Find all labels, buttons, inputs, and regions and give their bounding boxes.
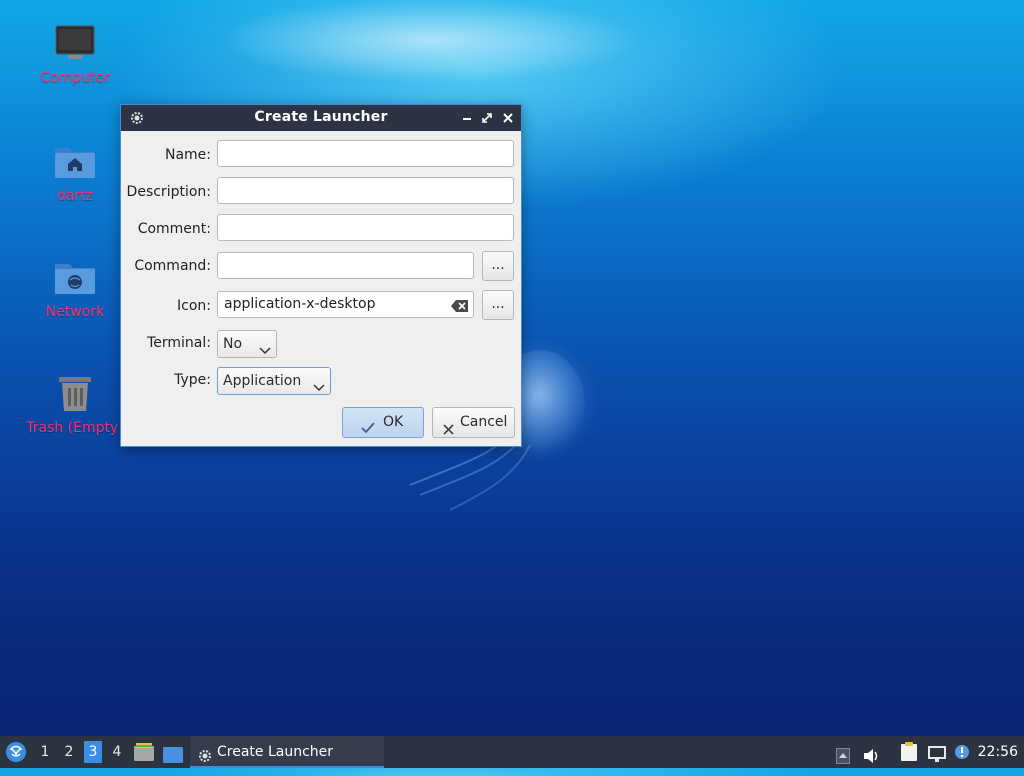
- home-folder-icon: [53, 140, 97, 184]
- cancel-button[interactable]: Cancel: [432, 407, 515, 438]
- clipboard-icon[interactable]: [900, 742, 918, 762]
- computer-icon: [53, 22, 97, 66]
- comment-label: Comment:: [137, 221, 211, 237]
- workspace-3[interactable]: 3: [84, 741, 102, 763]
- workspace-2[interactable]: 2: [60, 736, 78, 768]
- notification-icon[interactable]: [954, 742, 970, 760]
- network-folder-icon: [53, 256, 97, 300]
- workspace-1[interactable]: 1: [36, 736, 54, 768]
- start-menu-icon[interactable]: [5, 741, 27, 763]
- create-launcher-dialog: Create Launcher Name: Description: Comme…: [120, 104, 522, 447]
- taskbar-task-label: Create Launcher: [217, 744, 334, 760]
- taskbar: 1 2 3 4 Create Launcher 22:56: [0, 736, 1024, 768]
- tray-expand-icon[interactable]: [836, 744, 850, 764]
- trash-icon: [53, 372, 97, 416]
- description-field[interactable]: [217, 177, 514, 204]
- icon-browse-button[interactable]: ...: [482, 290, 514, 320]
- volume-icon[interactable]: [863, 744, 881, 763]
- taskbar-task-create-launcher[interactable]: Create Launcher: [190, 736, 384, 768]
- icon-field[interactable]: application-x-desktop: [217, 291, 474, 318]
- icon-field-value: application-x-desktop: [224, 296, 376, 312]
- check-icon: [361, 416, 375, 445]
- minimize-button[interactable]: [457, 108, 477, 128]
- description-label: Description:: [126, 184, 211, 200]
- network-status-icon[interactable]: [927, 743, 947, 762]
- type-select-value: Application: [223, 373, 302, 389]
- desktop-icon-label: Computer: [40, 70, 110, 86]
- chevron-down-icon: [313, 376, 325, 392]
- command-label: Command:: [134, 258, 211, 274]
- chevron-down-icon: [259, 339, 271, 355]
- desktop-icon-label: Trash (Empty): [26, 420, 124, 436]
- type-select[interactable]: Application: [217, 367, 331, 395]
- maximize-button[interactable]: [477, 108, 497, 128]
- gear-icon: [197, 744, 213, 762]
- name-label: Name:: [164, 147, 211, 163]
- type-label: Type:: [174, 372, 211, 388]
- desktop-icon-computer[interactable]: Computer: [25, 22, 125, 86]
- close-button[interactable]: [498, 108, 518, 128]
- file-manager-icon[interactable]: [133, 742, 155, 762]
- icon-label: Icon:: [177, 298, 211, 314]
- name-field[interactable]: [217, 140, 514, 167]
- command-browse-button[interactable]: ...: [482, 251, 514, 281]
- terminal-select[interactable]: No: [217, 330, 277, 358]
- ok-button-label: OK: [383, 414, 404, 430]
- clear-text-icon[interactable]: [451, 297, 469, 312]
- close-icon: [443, 417, 454, 446]
- cancel-button-label: Cancel: [460, 414, 508, 430]
- terminal-select-value: No: [223, 336, 243, 352]
- ok-button[interactable]: OK: [342, 407, 424, 438]
- terminal-label: Terminal:: [147, 335, 211, 351]
- clock[interactable]: 22:56: [978, 736, 1018, 768]
- workspace-4[interactable]: 4: [108, 736, 126, 768]
- command-field[interactable]: [217, 252, 474, 279]
- comment-field[interactable]: [217, 214, 514, 241]
- dialog-titlebar[interactable]: Create Launcher: [121, 105, 521, 131]
- show-desktop-icon[interactable]: [162, 744, 184, 763]
